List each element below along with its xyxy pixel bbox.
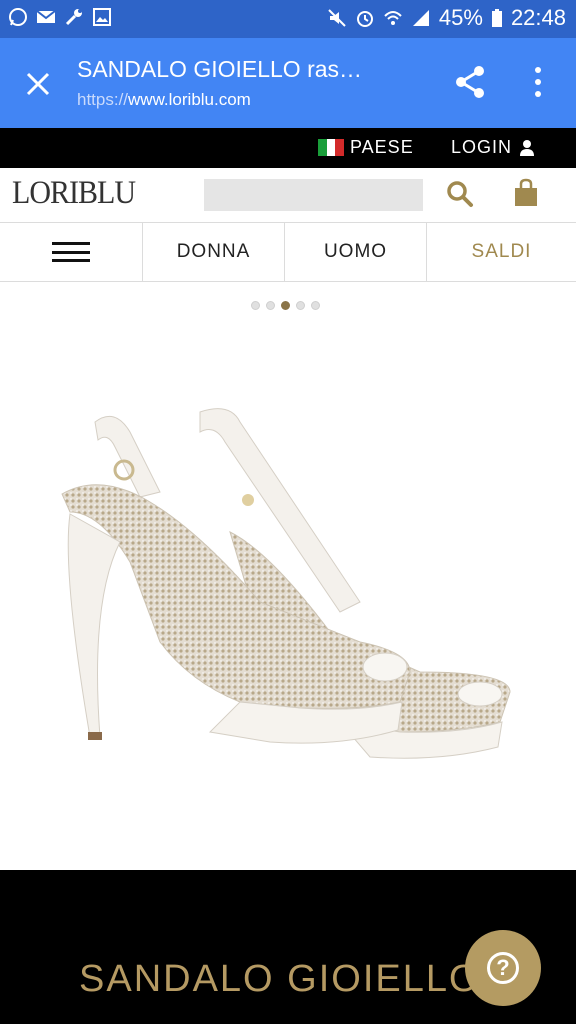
carousel-indicators [251,301,320,310]
country-label: PAESE [350,137,414,157]
country-selector[interactable]: PAESE [318,137,414,158]
page-title: SANDALO GIOIELLO ras… [77,56,363,82]
wrench-icon [65,9,82,26]
shopping-bag-icon[interactable] [513,178,539,208]
more-options-icon[interactable] [530,64,546,100]
clock: 22:48 [510,5,566,30]
browser-toolbar: SANDALO GIOIELLO ras… https://www.loribl… [0,38,576,128]
status-bar: 45% 22:48 [0,0,576,38]
nav-item-donna[interactable]: DONNA [143,223,285,281]
italy-flag-icon [318,139,345,156]
nav-item-saldi[interactable]: SALDI [427,223,576,281]
url-host: www.loriblu.com [128,90,251,109]
help-button[interactable]: ? [465,930,541,1006]
share-icon[interactable] [452,64,488,100]
battery-percent: 45% [438,5,483,30]
page-url: https://www.loriblu.com [77,90,251,110]
whatsapp-icon [9,8,27,26]
carousel-dot[interactable] [296,301,305,310]
brand-logo[interactable]: LORIBLU [12,174,136,211]
carousel-dot[interactable] [251,301,260,310]
url-scheme: https:// [77,90,129,109]
product-gallery[interactable] [0,282,576,870]
menu-button[interactable] [0,223,143,281]
search-input[interactable] [204,179,423,211]
gallery-icon [93,8,111,26]
alarm-icon [356,11,373,27]
utility-bar: PAESE LOGIN [0,128,576,168]
hamburger-icon [52,242,90,262]
signal-icon [412,10,429,26]
product-title: SANDALO GIOIELLO [79,958,481,1000]
close-icon[interactable] [18,64,58,104]
product-image [61,408,511,759]
question-icon: ? [487,952,519,984]
login-label: LOGIN [451,137,513,157]
carousel-dot[interactable] [266,301,275,310]
carousel-dot[interactable] [281,301,290,310]
wifi-icon [384,11,402,25]
login-link[interactable]: LOGIN [451,137,535,158]
battery-icon [491,9,502,27]
main-nav: DONNA UOMO SALDI [0,223,576,282]
search-icon[interactable] [446,180,474,208]
mail-icon [36,10,56,23]
user-icon [520,139,535,156]
carousel-dot[interactable] [311,301,320,310]
mute-icon [328,9,346,27]
nav-item-uomo[interactable]: UOMO [285,223,427,281]
site-header: LORIBLU [0,168,576,223]
